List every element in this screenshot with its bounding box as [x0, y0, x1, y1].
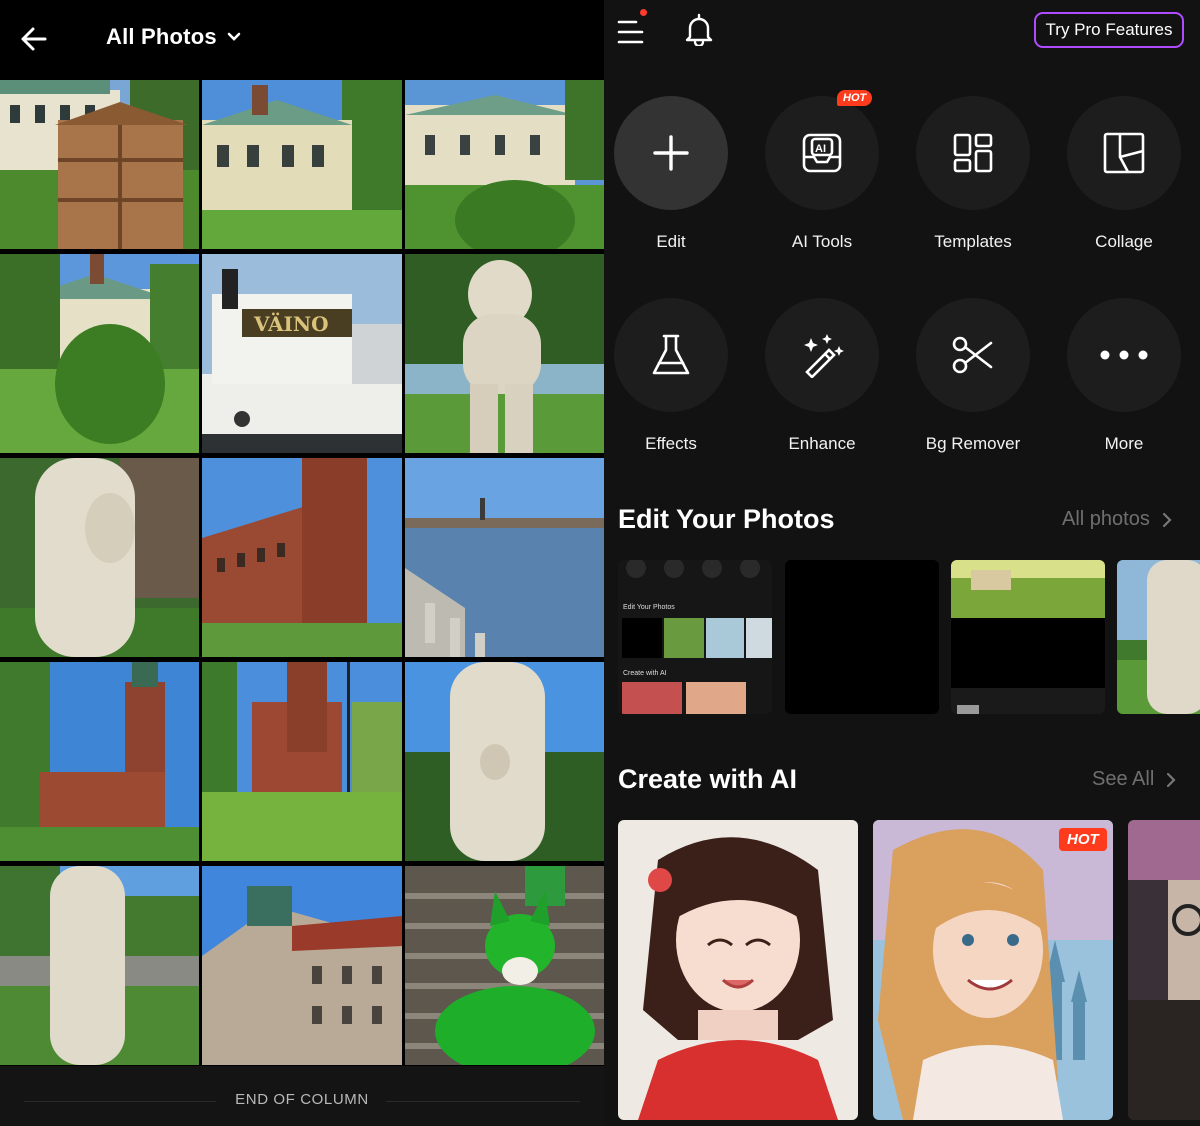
collage-icon — [1103, 132, 1145, 174]
see-all-link[interactable]: See All — [1092, 768, 1176, 791]
scissors-icon — [952, 336, 993, 374]
chevron-right-icon — [1167, 772, 1176, 787]
tool-ai-tools-circle: AI — [765, 96, 879, 210]
ai-card-partial-portrait[interactable] — [1128, 820, 1200, 1120]
tool-ai-tools[interactable]: AI HOT AI Tools — [757, 90, 887, 252]
recent-garden-screenshot-thumb[interactable] — [951, 560, 1105, 714]
tool-ai-tools-label: AI Tools — [791, 232, 853, 251]
templates-grid-icon — [953, 133, 993, 173]
plus-icon — [653, 135, 689, 171]
recent-statue-partial-thumb[interactable] — [1117, 560, 1200, 714]
ai-card-anime-girl-red-dress[interactable] — [618, 820, 858, 1120]
tool-templates[interactable]: Templates — [908, 96, 1038, 252]
tool-enhance-label: Enhance — [788, 434, 856, 453]
tool-collage-circle — [1067, 96, 1181, 210]
photo-green-cat-on-stairs[interactable] — [405, 866, 604, 1065]
tool-edit[interactable]: Edit — [606, 96, 736, 252]
ai-inbox-icon: AI — [802, 133, 842, 173]
photo-city-hall-brick-facade[interactable] — [202, 458, 402, 657]
tool-templates-circle — [916, 96, 1030, 210]
arrow-left-icon — [21, 27, 47, 51]
photo-steamboat-vaino[interactable]: VÄINO — [202, 254, 402, 453]
photo-city-hall-garden[interactable] — [202, 662, 402, 861]
tool-more[interactable]: More — [1059, 298, 1189, 454]
edit-your-photos-title: Edit Your Photos — [618, 504, 835, 534]
all-photos-link-label: All photos — [1062, 508, 1150, 530]
end-of-column-text: END OF COLUMN — [235, 1091, 369, 1108]
end-of-column-footer: END OF COLUMN — [0, 1066, 604, 1126]
notifications-button[interactable] — [682, 12, 716, 48]
mini-create-title: Create with AI — [623, 670, 667, 677]
hamburger-menu-icon — [617, 20, 644, 44]
tool-bg-remover-circle — [916, 298, 1030, 412]
tool-templates-label: Templates — [934, 232, 1012, 251]
photo-picker-pane: All Photos VÄINO END OF COLUMN — [0, 0, 604, 1126]
chevron-right-icon — [1162, 512, 1172, 527]
photo-marble-statue-lower[interactable] — [405, 662, 604, 861]
try-pro-features-button[interactable]: Try Pro Features — [1034, 12, 1184, 48]
svg-text:VÄINO: VÄINO — [253, 312, 329, 336]
flask-icon — [652, 334, 690, 375]
tool-bg-remover-label: Bg Remover — [925, 434, 1021, 453]
photo-palace-yellow-facade[interactable] — [202, 80, 402, 249]
recent-app-screenshot-thumb[interactable]: Edit Your Photos Create with AI — [618, 560, 772, 714]
ai-card-princess-castle[interactable]: HOT — [873, 820, 1113, 1120]
photo-stone-building-low-angle[interactable] — [202, 866, 402, 1065]
photo-city-hall-tower-lawn[interactable] — [0, 662, 199, 861]
back-button[interactable] — [12, 18, 54, 60]
recent-black-image-thumb[interactable] — [785, 560, 939, 714]
photo-waterfront-old-town-view[interactable] — [405, 458, 604, 657]
hot-badge: HOT — [1059, 828, 1107, 851]
tool-effects-circle — [614, 298, 728, 412]
tool-collage[interactable]: Collage — [1059, 96, 1189, 252]
menu-button[interactable] — [616, 14, 650, 48]
photo-marble-statue-park[interactable] — [0, 866, 199, 1065]
mini-edit-title: Edit Your Photos — [623, 604, 675, 611]
picker-header: All Photos — [0, 0, 604, 78]
photo-palace-with-wooden-hut[interactable] — [0, 80, 199, 249]
tool-more-circle — [1067, 298, 1181, 412]
editor-home-pane: Try Pro Features Edit AI HOT AI Tools Te… — [604, 0, 1200, 1126]
chevron-down-icon — [227, 32, 241, 41]
tool-collage-label: Collage — [1095, 232, 1153, 251]
all-photos-link[interactable]: All photos — [1062, 508, 1172, 531]
hot-badge: HOT — [837, 90, 873, 106]
tool-enhance-circle — [765, 298, 879, 412]
tool-edit-circle — [614, 96, 728, 210]
album-title: All Photos — [106, 24, 217, 49]
tool-bg-remover[interactable]: Bg Remover — [908, 298, 1038, 454]
create-with-ai-title: Create with AI — [618, 764, 798, 794]
photo-palace-with-tree[interactable] — [0, 254, 199, 453]
magic-wand-icon — [804, 334, 844, 378]
tool-enhance[interactable]: Enhance — [757, 298, 887, 454]
photo-marble-statue-fountain[interactable] — [405, 254, 604, 453]
tool-effects[interactable]: Effects — [606, 298, 736, 454]
tool-effects-label: Effects — [645, 434, 697, 453]
photo-marble-statue-closeup[interactable] — [0, 458, 199, 657]
album-selector[interactable]: All Photos — [106, 24, 241, 50]
svg-text:AI: AI — [815, 143, 826, 155]
more-dots-icon — [1100, 350, 1148, 360]
tool-more-label: More — [1104, 434, 1144, 453]
photo-palace-with-bush[interactable] — [405, 80, 604, 249]
bell-icon — [685, 13, 713, 48]
see-all-link-label: See All — [1092, 768, 1155, 790]
notification-dot — [640, 9, 647, 16]
tool-edit-label: Edit — [656, 232, 686, 251]
